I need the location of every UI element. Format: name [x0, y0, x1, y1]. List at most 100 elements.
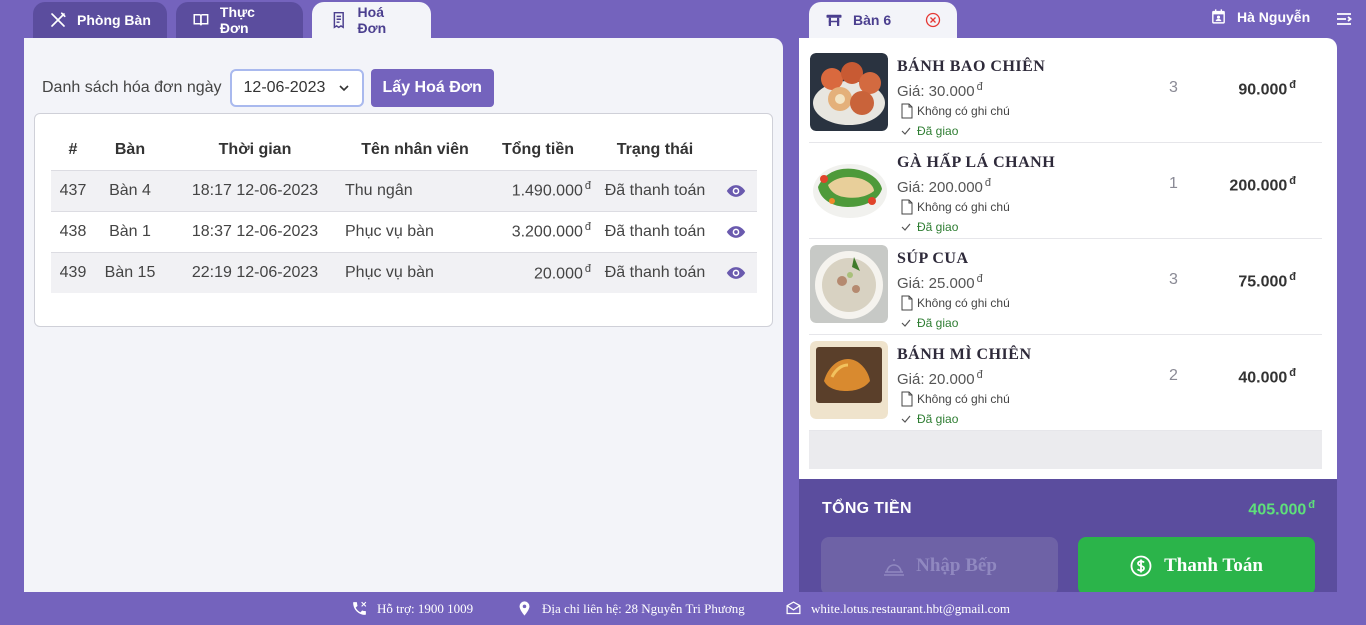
- item-total: 75.000 đ: [1238, 271, 1296, 291]
- food-image-banh-bao-chien: [810, 53, 888, 131]
- envelope-icon: [786, 601, 801, 615]
- view-icon[interactable]: [726, 181, 746, 201]
- item-note: Không có ghi chú: [901, 295, 1010, 311]
- currency-symbol: đ: [984, 177, 992, 189]
- cell-time: 22:19 12-06-2023: [175, 251, 335, 293]
- date-select[interactable]: 12-06-2023: [229, 69, 364, 107]
- item-price: Giá: 20.000 đ: [897, 369, 983, 388]
- currency-symbol: đ: [1289, 175, 1296, 187]
- total-label: TỔNG TIỀN: [822, 500, 912, 517]
- order-item[interactable]: GÀ HẤP LÁ CHANH Giá: 200.000 đ Không có g…: [809, 143, 1322, 239]
- total-amount: 405.000 đ: [1248, 499, 1315, 519]
- menu-icon[interactable]: [1336, 12, 1352, 26]
- item-status: Đã giao: [901, 316, 958, 330]
- cell-id: 439: [51, 251, 95, 293]
- cell-status: Đã thanh toán: [595, 169, 715, 211]
- footer: Hỗ trợ: 1900 1009 Địa chỉ liên hệ: 28 Ng…: [0, 592, 1366, 625]
- item-price-value: Giá: 25.000: [897, 275, 975, 292]
- total-amount-value: 405.000: [1248, 501, 1307, 519]
- item-price: Giá: 30.000 đ: [897, 81, 983, 100]
- cell-total: 3.200.000 đ: [485, 210, 595, 252]
- invoice-panel: Danh sách hóa đơn ngày 12-06-2023 Lấy Ho…: [24, 38, 783, 592]
- item-name: BÁNH BAO CHIÊN: [897, 58, 1046, 75]
- item-name: SÚP CUA: [897, 250, 969, 267]
- currency-symbol: đ: [1289, 367, 1296, 379]
- item-note-text: Không có ghi chú: [917, 104, 1010, 118]
- file-icon: [901, 391, 913, 407]
- item-status: Đã giao: [901, 412, 958, 426]
- fetch-invoices-button[interactable]: Lấy Hoá Đơn: [370, 69, 494, 107]
- check-icon: [901, 223, 911, 231]
- cell-status: Đã thanh toán: [595, 210, 715, 252]
- item-quantity[interactable]: 3: [1169, 79, 1178, 97]
- currency-symbol: đ: [1289, 271, 1296, 283]
- file-icon: [901, 199, 913, 215]
- invoice-table-container: # Bàn Thời gian Tên nhân viên Tổng tiền …: [34, 113, 773, 327]
- order-item[interactable]: SÚP CUA Giá: 25.000 đ Không có ghi chú Đã…: [809, 239, 1322, 335]
- user-name: Hà Nguyễn: [1237, 8, 1311, 25]
- food-image-ga-hap-la-chanh: [810, 149, 888, 227]
- order-items-list: BÁNH BAO CHIÊN Giá: 30.000 đ Không có ghi…: [809, 47, 1322, 431]
- currency-symbol: đ: [584, 180, 591, 193]
- item-quantity[interactable]: 3: [1169, 271, 1178, 289]
- order-summary: TỔNG TIỀN 405.000 đ Nhập Bếp Thanh Toán: [799, 479, 1337, 595]
- tab-label: Hoá Đơn: [357, 4, 387, 36]
- order-tab-ban-6[interactable]: Bàn 6: [809, 2, 957, 38]
- view-icon[interactable]: [726, 222, 746, 242]
- item-note: Không có ghi chú: [901, 103, 1010, 119]
- footer-support: Hỗ trợ: 1900 1009: [351, 600, 473, 617]
- item-price: Giá: 25.000 đ: [897, 273, 983, 292]
- cell-total: 20.000 đ: [485, 251, 595, 293]
- table-icon: [826, 14, 842, 26]
- checkout-button[interactable]: Thanh Toán: [1078, 537, 1315, 595]
- table-row: 437 Bàn 4 18:17 12-06-2023 Thu ngân 1.49…: [51, 169, 757, 211]
- phone-icon: [353, 601, 367, 615]
- footer-email-text[interactable]: white.lotus.restaurant.hbt@gmail.com: [811, 601, 1010, 617]
- tab-label: Phòng Bàn: [77, 12, 151, 28]
- currency-symbol: đ: [584, 221, 591, 234]
- view-icon[interactable]: [726, 263, 746, 283]
- cell-staff: Phục vụ bàn: [335, 251, 485, 293]
- cell-time: 18:37 12-06-2023: [175, 210, 335, 252]
- bell-icon: [884, 559, 905, 576]
- order-panel: BÁNH BAO CHIÊN Giá: 30.000 đ Không có ghi…: [799, 38, 1337, 479]
- filter-label: Danh sách hóa đơn ngày: [42, 79, 222, 96]
- table-row: 438 Bàn 1 18:37 12-06-2023 Phục vụ bàn 3…: [51, 210, 757, 252]
- cell-staff: Phục vụ bàn: [335, 210, 485, 252]
- cell-status: Đã thanh toán: [595, 251, 715, 293]
- item-quantity[interactable]: 1: [1169, 175, 1178, 193]
- item-note: Không có ghi chú: [901, 199, 1010, 215]
- check-icon: [901, 319, 911, 327]
- tab-phong-ban[interactable]: Phòng Bàn: [33, 2, 167, 38]
- user-info[interactable]: Hà Nguyễn: [1210, 8, 1310, 25]
- item-status-text: Đã giao: [917, 316, 959, 330]
- location-pin-icon: [519, 601, 530, 616]
- cell-id: 437: [51, 169, 95, 211]
- footer-address-text: Địa chỉ liên hệ: 28 Nguyễn Tri Phương: [542, 600, 745, 616]
- check-icon: [901, 127, 911, 135]
- food-image-sup-cua: [810, 245, 888, 323]
- order-item[interactable]: BÁNH MÌ CHIÊN Giá: 20.000 đ Không có ghi …: [809, 335, 1322, 431]
- item-price-value: Giá: 200.000: [897, 179, 983, 196]
- food-image-banh-mi-chien: [810, 341, 888, 419]
- tab-thuc-don[interactable]: Thực Đơn: [176, 2, 303, 38]
- chevron-down-icon: [338, 85, 349, 92]
- order-item[interactable]: BÁNH BAO CHIÊN Giá: 30.000 đ Không có ghi…: [809, 47, 1322, 143]
- column-header: Trạng thái: [616, 140, 694, 158]
- item-note-text: Không có ghi chú: [917, 200, 1010, 214]
- send-to-kitchen-button[interactable]: Nhập Bếp: [821, 537, 1058, 595]
- cell-table: Bàn 4: [95, 169, 175, 211]
- item-total-value: 75.000: [1238, 273, 1288, 291]
- file-icon: [901, 295, 913, 311]
- invoice-filter: Danh sách hóa đơn ngày 12-06-2023 Lấy Ho…: [42, 69, 494, 107]
- item-quantity[interactable]: 2: [1169, 367, 1178, 385]
- file-icon: [901, 103, 913, 119]
- book-icon: [193, 14, 209, 26]
- item-price-value: Giá: 20.000: [897, 371, 975, 388]
- check-icon: [901, 415, 911, 423]
- item-status-text: Đã giao: [917, 220, 959, 234]
- close-icon[interactable]: [925, 12, 941, 28]
- tab-hoa-don[interactable]: Hoá Đơn: [312, 2, 431, 38]
- date-value: 12-06-2023: [243, 79, 326, 96]
- currency-symbol: đ: [1289, 79, 1296, 91]
